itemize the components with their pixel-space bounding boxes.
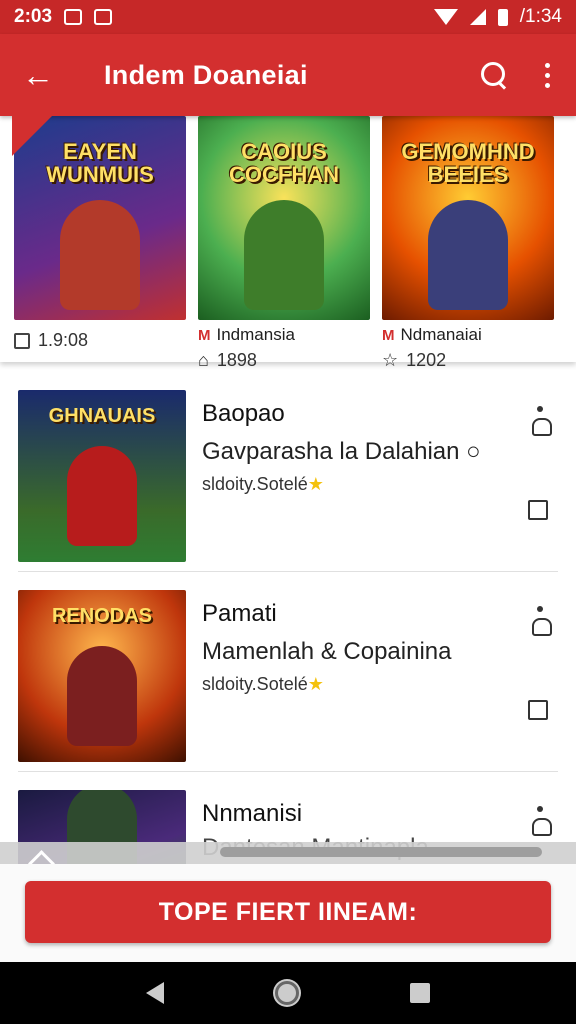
status-bar: 2:03 /1:34 — [0, 0, 576, 34]
select-checkbox[interactable] — [528, 500, 548, 520]
select-checkbox[interactable] — [528, 700, 548, 720]
nav-recents-icon[interactable] — [410, 983, 431, 1003]
nav-back-icon[interactable] — [145, 982, 164, 1004]
star-icon: ★ — [307, 674, 324, 694]
featured-badge — [12, 116, 52, 156]
battery-icon — [497, 8, 508, 26]
person-icon[interactable] — [530, 806, 552, 836]
hero-figure — [428, 200, 508, 310]
game-list: GHNAUAIS Baopao Gavparasha la Dalahian ○… — [0, 372, 576, 900]
edit-icon — [14, 332, 30, 349]
hero-figure — [244, 200, 324, 310]
gmail-icon: M — [382, 326, 395, 344]
system-nav-bar — [0, 962, 576, 1024]
featured-meta-label: Indmansia — [216, 325, 295, 344]
featured-meta-value: 1202 — [406, 350, 447, 370]
app-bar: ← Indem Doaneiai — [0, 34, 576, 116]
game-title: Nnmanisi — [202, 800, 303, 827]
notification-icon — [64, 9, 83, 25]
gmail-icon: M — [198, 326, 211, 344]
nav-home-icon[interactable] — [274, 981, 299, 1005]
status-time-right: /1:34 — [519, 6, 562, 27]
featured-art: GEMOMHND BEEIES — [382, 116, 554, 320]
list-item[interactable]: GHNAUAIS Baopao Gavparasha la Dalahian ○… — [18, 372, 558, 572]
featured-art: CAOIUS COCFHAN — [198, 116, 370, 320]
featured-card[interactable]: CAOIUS COCFHAN M Indmansia ⌂ 1898 — [198, 116, 370, 370]
game-title: Pamati — [202, 600, 277, 627]
signal-icon — [469, 9, 486, 25]
search-icon[interactable] — [481, 62, 507, 88]
game-title: Baopao — [202, 400, 285, 427]
featured-card[interactable]: GEMOMHND BEEIES M Ndmanaiai ☆ 1202 — [382, 116, 554, 370]
game-thumbnail: RENODAS — [18, 590, 186, 762]
wifi-icon — [433, 9, 458, 25]
featured-art-title: CAOIUS COCFHAN — [229, 139, 339, 188]
more-vert-icon[interactable] — [541, 62, 554, 88]
page-title: Indem Doaneiai — [104, 59, 308, 90]
bookmark-icon: ⌂ — [198, 350, 209, 370]
star-icon: ★ — [307, 474, 324, 494]
featured-art-title: GEMOMHND BEEIES — [401, 139, 535, 188]
thumbnail-title: RENODAS — [51, 605, 152, 627]
game-thumbnail: GHNAUAIS — [18, 390, 186, 562]
game-developer: sldoity.Sotelé★ — [202, 474, 324, 494]
person-icon[interactable] — [530, 406, 552, 436]
hero-figure — [67, 646, 137, 746]
arrow-back-icon[interactable]: ← — [22, 57, 66, 94]
info-circle-icon: ○ — [466, 438, 481, 465]
hero-figure — [60, 200, 140, 310]
featured-meta-label: Ndmanaiai — [400, 325, 482, 344]
status-time: 2:03 — [14, 6, 53, 27]
primary-action-button[interactable]: TOPE FIERT IINEAM: — [25, 881, 551, 943]
scrollbar-thumb[interactable] — [220, 847, 542, 857]
person-icon[interactable] — [530, 606, 552, 636]
game-subtitle: Mamenlah & Copainina — [202, 638, 452, 665]
status-icons: /1:34 — [433, 6, 562, 28]
gallery-notification-icon — [94, 9, 113, 25]
hero-figure — [67, 446, 137, 546]
game-subtitle: Gavparasha la Dalahian ○ — [202, 438, 481, 465]
featured-carousel[interactable]: EAYEN WUNMUIS 1.9:08 CAOIUS COCFHAN M In… — [0, 116, 576, 370]
game-developer: sldoity.Sotelé★ — [202, 674, 324, 694]
list-item[interactable]: RENODAS Pamati Mamenlah & Copainina sldo… — [18, 572, 558, 772]
star-outline-icon: ☆ — [382, 350, 399, 370]
thumbnail-title: GHNAUAIS — [48, 405, 156, 427]
featured-meta-value: 1.9:08 — [38, 330, 89, 350]
featured-meta-value: 1898 — [216, 350, 257, 370]
